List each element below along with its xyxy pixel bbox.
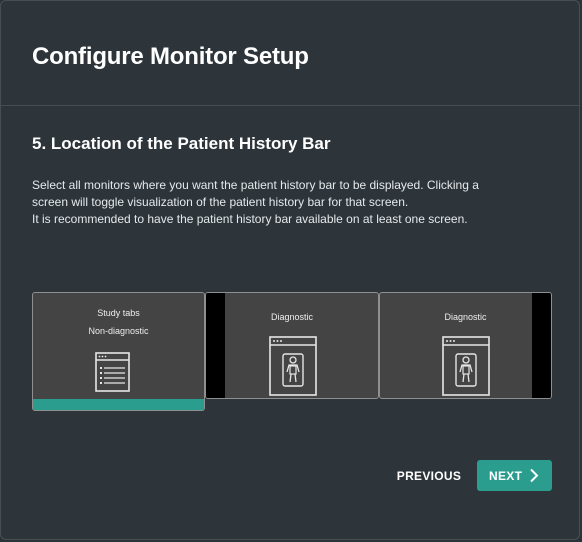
patient-history-bar-indicator	[33, 399, 204, 410]
monitor-bezel	[206, 293, 225, 398]
section-title: 5. Location of the Patient History Bar	[32, 134, 331, 153]
xray-viewer-icon	[442, 336, 490, 396]
monitor-bezel	[532, 293, 551, 398]
study-tabs-window-icon	[95, 352, 130, 392]
monitor-study-tabs[interactable]: Study tabs Non-diagnostic	[32, 292, 205, 411]
previous-button[interactable]: PREVIOUS	[389, 460, 469, 491]
monitor-sublabel: Non-diagnostic	[88, 326, 149, 336]
next-button-label: NEXT	[489, 469, 523, 483]
configure-monitor-dialog: Configure Monitor Setup 5. Location of t…	[0, 0, 580, 540]
section-description: Select all monitors where you want the p…	[32, 177, 562, 228]
monitor-diagnostic-2[interactable]: Diagnostic	[379, 292, 552, 399]
monitor-label: Diagnostic	[444, 312, 487, 322]
next-button[interactable]: NEXT	[477, 460, 552, 491]
dialog-title: Configure Monitor Setup	[32, 43, 309, 70]
chevron-right-icon	[530, 468, 539, 483]
description-line: screen will toggle visualization of the …	[32, 195, 409, 209]
xray-viewer-icon	[269, 336, 317, 396]
monitor-label: Study tabs	[97, 308, 140, 318]
monitor-label: Diagnostic	[270, 312, 314, 322]
description-line: It is recommended to have the patient hi…	[32, 212, 468, 226]
monitor-diagnostic-1[interactable]: Diagnostic	[205, 292, 379, 399]
description-line: Select all monitors where you want the p…	[32, 178, 479, 192]
title-divider	[1, 105, 579, 106]
